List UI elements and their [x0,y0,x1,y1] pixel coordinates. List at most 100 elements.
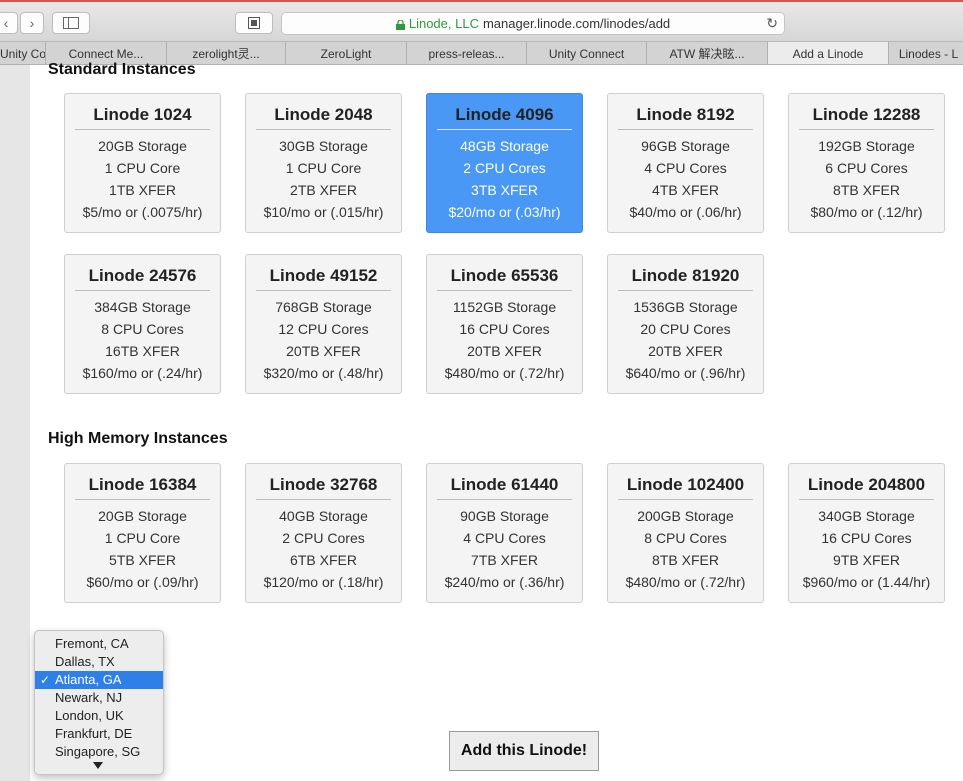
plan-card[interactable]: Linode 204800 340GB Storage 16 CPU Cores 9T… [788,463,945,603]
plan-storage: 40GB Storage [279,508,368,524]
plan-cpu: 4 CPU Cores [463,530,546,546]
plan-name: Linode 49152 [256,266,391,291]
plan-price: $960/mo or (1.44/hr) [802,574,931,590]
plan-card[interactable]: Linode 12288 192GB Storage 6 CPU Cores 8TB … [788,93,945,233]
browser-tab[interactable]: ATW 解决眩... [647,42,768,64]
plan-transfer: 20TB XFER [286,343,361,359]
reload-icon[interactable]: ↻ [766,15,778,32]
plan-transfer: 7TB XFER [471,552,538,568]
plan-name: Linode 81920 [618,266,753,291]
plan-price: $60/mo or (.09/hr) [86,574,199,590]
plan-transfer: 9TB XFER [833,552,900,568]
plan-price: $480/mo or (.72/hr) [625,574,746,590]
plan-storage: 96GB Storage [641,138,730,154]
browser-tab[interactable]: press-releas... [407,42,527,64]
address-bar[interactable]: Linode, LLC manager.linode.com/linodes/a… [281,12,785,35]
plan-card[interactable]: Linode 102400 200GB Storage 8 CPU Cores 8TB… [607,463,764,603]
standard-instances-heading: Standard Instances [48,61,196,78]
plan-cpu: 12 CPU Cores [278,321,369,337]
chevron-left-icon: ‹ [3,15,9,31]
location-option[interactable]: Newark, NJ [35,689,163,707]
plan-cpu: 1 CPU Core [104,160,181,176]
plan-name: Linode 12288 [799,105,934,130]
location-option[interactable]: London, UK [35,707,163,725]
location-select-menu[interactable]: Fremont, CA Dallas, TX ✓ Atlanta, GA Newark,… [34,630,164,775]
browser-tab[interactable]: Linodes - L [889,42,963,64]
plan-transfer: 1TB XFER [109,182,176,198]
plan-name: Linode 1024 [75,105,210,130]
plan-price: $80/mo or (.12/hr) [810,204,923,220]
plan-card[interactable]: Linode 4096 48GB Storage 2 CPU Cores 3TB XF… [426,93,583,233]
plan-cpu: 2 CPU Cores [282,530,365,546]
chevron-right-icon: › [29,15,35,31]
location-option[interactable]: ✓ Atlanta, GA [35,671,163,689]
url-text: manager.linode.com/linodes/add [482,16,671,31]
sidebar-icon [63,17,79,29]
plan-transfer: 20TB XFER [467,343,542,359]
high-memory-instances-heading: High Memory Instances [48,430,228,447]
location-option[interactable]: Dallas, TX [35,653,163,671]
plan-card[interactable]: Linode 1024 20GB Storage 1 CPU Core 1TB XFE… [64,93,221,233]
plan-storage: 192GB Storage [818,138,915,154]
location-option[interactable]: Fremont, CA [35,635,163,653]
plan-storage: 1152GB Storage [452,299,557,315]
browser-tab[interactable]: Unity Connect [527,42,647,64]
plan-price: $640/mo or (.96/hr) [625,365,746,381]
plan-name: Linode 24576 [75,266,210,291]
browser-toolbar: ‹ › Linode, LLC manager.linode.com/linod… [0,2,963,42]
plan-price: $240/mo or (.36/hr) [444,574,565,590]
location-option[interactable]: Frankfurt, DE [35,725,163,743]
scroll-down-arrow-icon[interactable] [93,762,103,769]
plan-card[interactable]: Linode 32768 40GB Storage 2 CPU Cores 6TB X… [245,463,402,603]
location-option-label: London, UK [55,708,124,723]
plan-cpu: 16 CPU Cores [821,530,912,546]
plan-cpu: 1 CPU Core [104,530,181,546]
plan-name: Linode 2048 [256,105,391,130]
location-option-label: Frankfurt, DE [55,726,133,741]
plan-card[interactable]: Linode 2048 30GB Storage 1 CPU Core 2TB XFE… [245,93,402,233]
plan-cpu: 20 CPU Cores [640,321,731,337]
plan-transfer: 16TB XFER [105,343,180,359]
plan-storage: 48GB Storage [460,138,549,154]
browser-tab[interactable]: Unity Co [0,42,46,64]
plan-card[interactable]: Linode 65536 1152GB Storage 16 CPU Cores 20… [426,254,583,394]
plan-price: $40/mo or (.06/hr) [629,204,742,220]
plan-price: $10/mo or (.015/hr) [263,204,384,220]
plan-cpu: 1 CPU Core [285,160,362,176]
add-linode-button[interactable]: Add this Linode! [449,731,599,771]
plan-transfer: 6TB XFER [290,552,357,568]
plan-price: $20/mo or (.03/hr) [448,204,561,220]
plan-transfer: 8TB XFER [833,182,900,198]
plan-storage: 384GB Storage [94,299,191,315]
location-option[interactable]: Singapore, SG [35,743,163,761]
plan-storage: 20GB Storage [98,508,187,524]
plan-card[interactable]: Linode 8192 96GB Storage 4 CPU Cores 4TB XF… [607,93,764,233]
plan-card[interactable]: Linode 81920 1536GB Storage 20 CPU Cores 20… [607,254,764,394]
location-option-label: Dallas, TX [55,654,115,669]
plan-name: Linode 204800 [799,475,934,500]
plan-name: Linode 8192 [618,105,753,130]
browser-tab[interactable]: Add a Linode [768,42,889,64]
location-option-label: Atlanta, GA [55,672,122,687]
browser-tab[interactable]: ZeroLight [286,42,407,64]
plan-transfer: 5TB XFER [109,552,176,568]
plan-price: $160/mo or (.24/hr) [82,365,203,381]
reader-button[interactable] [235,12,273,34]
plan-card[interactable]: Linode 16384 20GB Storage 1 CPU Core 5TB XF… [64,463,221,603]
sidebar-toggle-button[interactable] [52,12,90,34]
back-button[interactable]: ‹ [0,12,18,34]
plan-name: Linode 102400 [618,475,753,500]
plan-card[interactable]: Linode 61440 90GB Storage 4 CPU Cores 7TB X… [426,463,583,603]
plan-card[interactable]: Linode 24576 384GB Storage 8 CPU Cores 16TB… [64,254,221,394]
location-option-label: Singapore, SG [55,744,141,759]
plan-storage: 1536GB Storage [633,299,738,315]
plan-card[interactable]: Linode 49152 768GB Storage 12 CPU Cores 20T… [245,254,402,394]
plan-transfer: 4TB XFER [652,182,719,198]
plan-cpu: 6 CPU Cores [825,160,908,176]
plan-name: Linode 16384 [75,475,210,500]
plan-storage: 340GB Storage [818,508,915,524]
plan-storage: 90GB Storage [460,508,549,524]
forward-button[interactable]: › [20,12,44,34]
plan-storage: 200GB Storage [637,508,734,524]
plan-transfer: 2TB XFER [290,182,357,198]
